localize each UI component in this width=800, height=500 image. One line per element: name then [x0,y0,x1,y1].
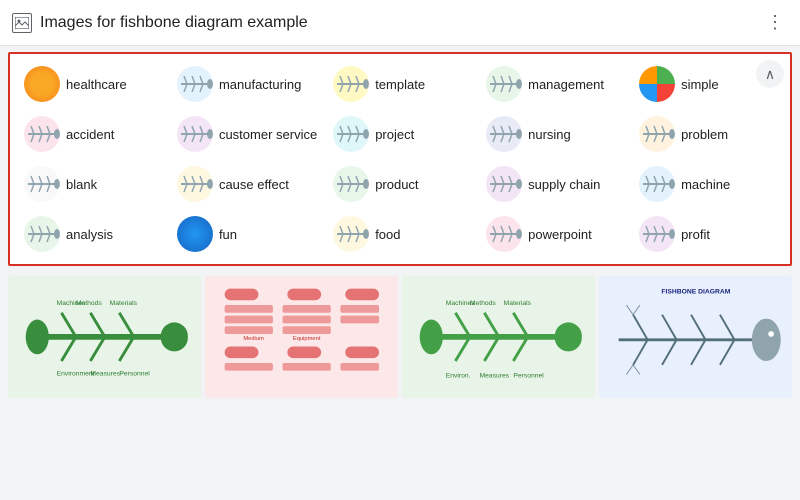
chip-thumb-fun [177,216,213,252]
image-icon [12,13,32,33]
chip-thumb-manufacturing [177,66,213,102]
svg-text:Methods: Methods [470,300,497,307]
chip-thumb-simple [639,66,675,102]
svg-text:Materials: Materials [109,300,137,307]
chip-healthcare[interactable]: healthcare [18,62,167,106]
chip-label-fun: fun [219,227,237,242]
strip-image-1[interactable]: Machines Methods Materials Environment M… [8,276,201,398]
svg-text:Materials: Materials [503,300,531,307]
chip-label-template: template [375,77,425,92]
chip-label-problem: problem [681,127,728,142]
chip-label-nursing: nursing [528,127,571,142]
chip-analysis[interactable]: analysis [18,212,167,256]
chip-label-management: management [528,77,604,92]
chip-fun[interactable]: fun [171,212,323,256]
chip-powerpoint[interactable]: powerpoint [480,212,629,256]
svg-text:Measures: Measures [479,373,509,380]
page-title: Images for fishbone diagram example [40,14,754,32]
chip-thumb-food [333,216,369,252]
chip-label-accident: accident [66,127,114,142]
chip-thumb-cause-effect [177,166,213,202]
collapse-button[interactable]: ∧ [756,60,784,88]
chip-profit[interactable]: profit [633,212,782,256]
chip-customer-service[interactable]: customer service [171,112,323,156]
chip-label-profit: profit [681,227,710,242]
chip-thumb-project [333,116,369,152]
chip-cause-effect[interactable]: cause effect [171,162,323,206]
chip-thumb-product [333,166,369,202]
chip-label-product: product [375,177,418,192]
chip-thumb-template [333,66,369,102]
chip-thumb-blank [24,166,60,202]
chip-label-blank: blank [66,177,97,192]
svg-text:Measures: Measures [90,371,120,378]
chip-thumb-analysis [24,216,60,252]
chip-supply-chain[interactable]: supply chain [480,162,629,206]
chip-thumb-supply-chain [486,166,522,202]
search-results-box: ∧ healthcare manufacturing template managem… [8,52,792,266]
chip-thumb-management [486,66,522,102]
svg-text:Personnel: Personnel [119,371,150,378]
chip-label-manufacturing: manufacturing [219,77,301,92]
chip-label-customer-service: customer service [219,127,317,142]
svg-text:Environ.: Environ. [445,373,470,380]
chip-label-machine: machine [681,177,730,192]
svg-text:Environment: Environment [56,371,94,378]
svg-text:Medium: Medium [243,336,264,342]
chip-template[interactable]: template [327,62,476,106]
chip-thumb-healthcare [24,66,60,102]
chip-label-project: project [375,127,414,142]
svg-text:Equipment: Equipment [293,336,321,342]
chip-thumb-nursing [486,116,522,152]
chip-label-cause-effect: cause effect [219,177,289,192]
chip-thumb-profit [639,216,675,252]
chip-project[interactable]: project [327,112,476,156]
chip-thumb-customer-service [177,116,213,152]
strip-image-3[interactable]: Machines Methods Materials Environ. Meas… [402,276,595,398]
chip-label-simple: simple [681,77,719,92]
chip-blank[interactable]: blank [18,162,167,206]
strip-image-4[interactable]: FISHBONE DIAGRAM [599,276,792,398]
chip-label-powerpoint: powerpoint [528,227,592,242]
chip-thumb-machine [639,166,675,202]
chip-management[interactable]: management [480,62,629,106]
svg-text:Methods: Methods [76,300,103,307]
chip-thumb-powerpoint [486,216,522,252]
chip-problem[interactable]: problem [633,112,782,156]
chip-label-food: food [375,227,400,242]
chip-nursing[interactable]: nursing [480,112,629,156]
svg-text:FISHBONE DIAGRAM: FISHBONE DIAGRAM [661,289,730,296]
chips-grid: healthcare manufacturing template managemen… [18,62,782,256]
more-icon[interactable]: ⋮ [762,8,788,37]
chip-accident[interactable]: accident [18,112,167,156]
header: Images for fishbone diagram example ⋮ [0,0,800,46]
chip-food[interactable]: food [327,212,476,256]
chip-product[interactable]: product [327,162,476,206]
chip-manufacturing[interactable]: manufacturing [171,62,323,106]
chip-label-supply-chain: supply chain [528,177,600,192]
strip-image-2[interactable]: Medium Equipment [205,276,398,398]
image-strip: Machines Methods Materials Environment M… [0,272,800,402]
chip-machine[interactable]: machine [633,162,782,206]
chip-thumb-problem [639,116,675,152]
svg-text:Personnel: Personnel [513,373,544,380]
chip-label-analysis: analysis [66,227,113,242]
chip-thumb-accident [24,116,60,152]
chip-label-healthcare: healthcare [66,77,127,92]
